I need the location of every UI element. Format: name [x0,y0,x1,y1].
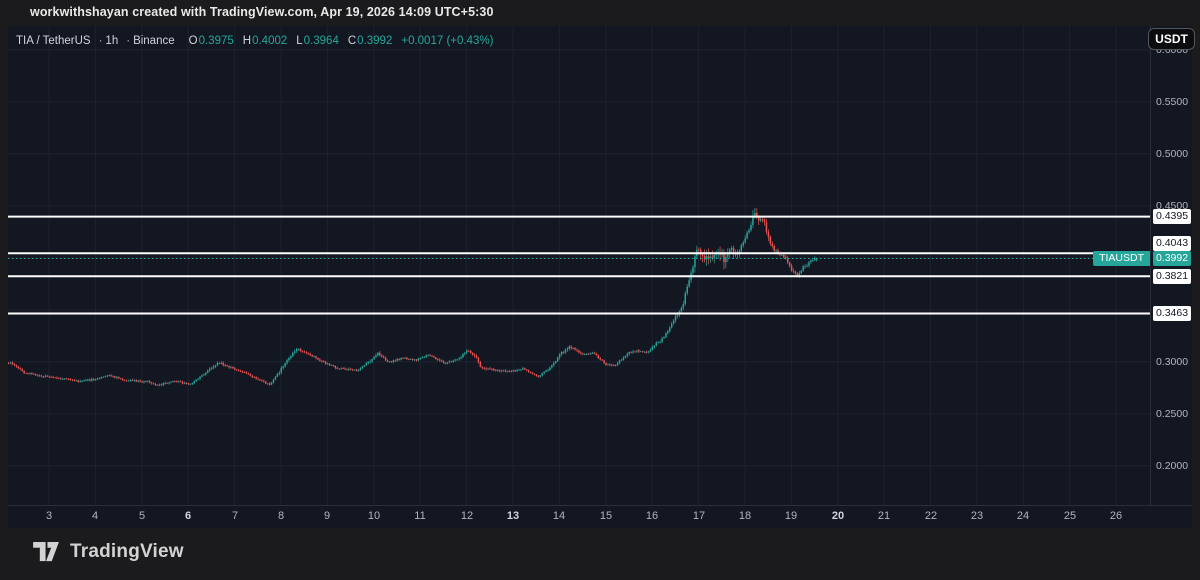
time-tick: 18 [738,510,752,522]
time-tick: 16 [645,510,659,522]
time-tick: 21 [877,510,891,522]
time-tick: 22 [924,510,938,522]
time-tick: 12 [460,510,474,522]
attribution-text: workwithshayan created with TradingView.… [30,5,494,19]
tradingview-wordmark: TradingView [70,541,184,562]
current-price-label: 0.3992 [1153,251,1191,266]
ohlc-open: O0.3975 [188,35,234,47]
price-tick: 0.3000 [1155,356,1189,368]
screenshot-root: workwithshayan created with TradingView.… [0,0,1200,580]
price-level-label: 0.3463 [1153,306,1191,321]
time-tick: 4 [91,510,99,522]
price-level-label: 0.4395 [1153,209,1191,224]
candlestick-plot[interactable] [8,26,1150,505]
ohlc-high: H0.4002 [242,35,288,47]
currency-toggle-button[interactable]: USDT [1148,28,1195,50]
time-tick: 19 [784,510,798,522]
time-tick: 20 [831,510,845,522]
ohlc-low: L0.3964 [296,35,339,47]
exchange-label: Binance [133,35,175,47]
tradingview-brand-link[interactable]: TradingView [33,541,184,563]
time-tick: 11 [414,510,426,522]
price-axis[interactable]: 0.6000 0.5500 0.5000 0.4500 0.3000 0.2500 0.20… [1150,26,1193,505]
time-tick: 14 [552,510,566,522]
time-tick: 23 [970,510,984,522]
time-tick: 17 [692,510,706,522]
price-tick: 0.5500 [1155,96,1189,108]
legend-separator: · [98,35,103,47]
price-tick: 0.2500 [1155,408,1189,420]
price-level-label: 0.3821 [1153,269,1191,284]
time-tick: 3 [45,510,53,522]
price-tick: 0.2000 [1155,460,1189,472]
time-tick: 24 [1016,510,1030,522]
interval-label[interactable]: 1h [105,35,118,47]
time-tick: 5 [138,510,146,522]
symbol-title[interactable]: TIA / TetherUS [16,35,91,47]
time-tick: 10 [367,510,381,522]
time-tick: 9 [323,510,331,522]
time-axis[interactable]: 3 4 5 6 7 8 9 10 11 12 13 14 15 16 17 18 19 20 21 22 23 24 25 2… [8,505,1192,529]
chart-legend: TIA / TetherUS · 1h · Binance O0.3975 H0… [16,33,493,49]
ohlc-close: C0.3992 [347,35,393,47]
price-tick: 0.5000 [1155,148,1189,160]
symbol-price-tag: TIAUSDT [1093,251,1150,266]
chart-panel: TIA / TetherUS · 1h · Binance O0.3975 H0… [8,26,1195,529]
time-tick: 7 [231,510,239,522]
time-tick: 6 [184,510,192,522]
time-tick: 13 [506,510,520,522]
time-tick: 25 [1063,510,1077,522]
time-tick: 8 [277,510,285,522]
tradingview-logo-icon [33,541,59,561]
time-tick: 26 [1109,510,1123,522]
attribution-bar: workwithshayan created with TradingView.… [0,0,1200,26]
footer-bar: TradingView [0,528,1200,580]
change-label: +0.0017 (+0.43%) [401,35,494,47]
price-level-label: 0.4043 [1153,236,1191,251]
time-tick: 15 [599,510,613,522]
legend-separator: · [126,35,131,47]
